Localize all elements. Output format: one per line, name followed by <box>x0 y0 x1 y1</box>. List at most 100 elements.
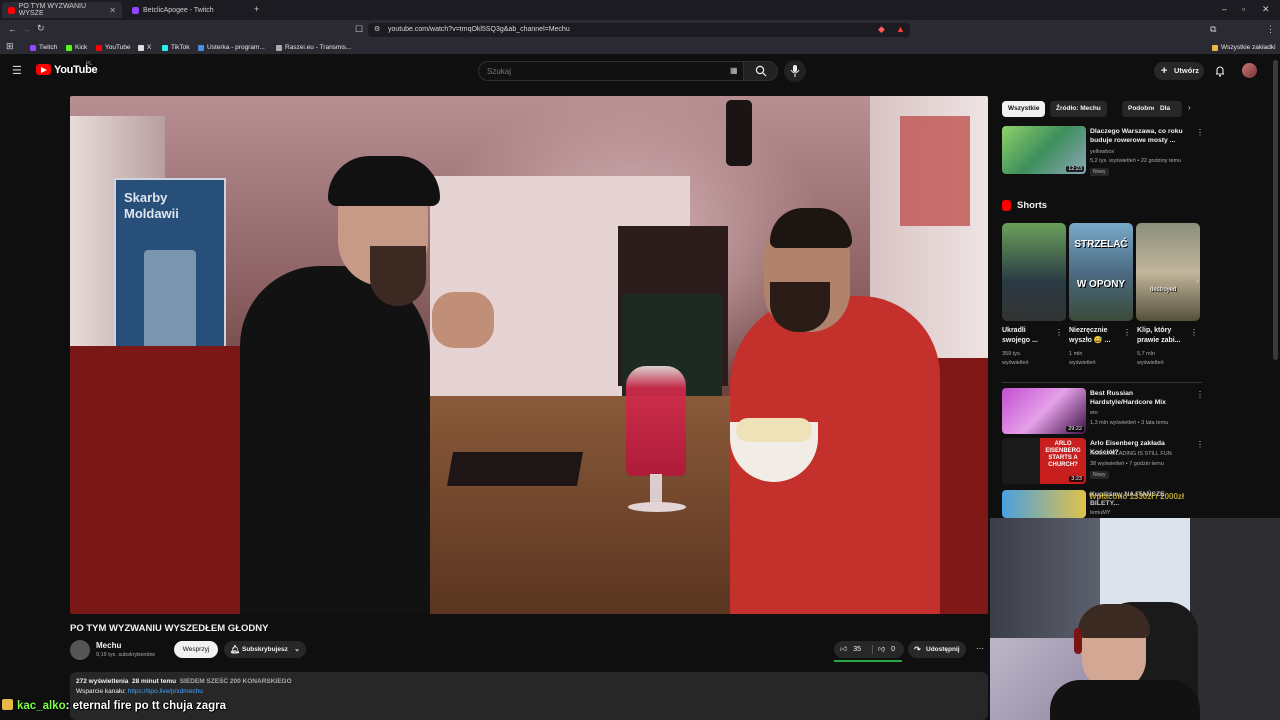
channel-name[interactable]: ROLLERBLADING IS STILL FUN <box>1090 451 1172 458</box>
poster-bottle <box>144 250 196 350</box>
title-line: Hardstyle/Hardcore Mix <box>1090 399 1166 406</box>
voice-search-button[interactable] <box>784 60 806 82</box>
man-left-beard <box>370 246 426 306</box>
chevron-right-icon[interactable]: › <box>1188 103 1191 112</box>
account-avatar[interactable] <box>1242 63 1257 78</box>
description-tags: SIEDEM SZEŚĆ 200 KONARSKIEGO <box>179 678 292 685</box>
x-icon <box>138 44 144 51</box>
chip-from-channel[interactable]: Źródło: Mechu <box>1050 101 1107 117</box>
page-scrollbar[interactable] <box>1273 60 1278 360</box>
subscribed-button[interactable]: 🔔︎ Subskrybujesz ⌄ <box>224 641 306 658</box>
maximize-icon[interactable]: ▫ <box>1242 4 1245 14</box>
channel-name[interactable]: yellowbox <box>1090 149 1114 156</box>
share-button[interactable]: ↷ Udostępnij <box>908 641 966 658</box>
bookmark-twitch[interactable]: Twitch <box>30 42 57 53</box>
youtube-logo-icon[interactable] <box>36 64 51 75</box>
apps-grid-icon[interactable]: ⊞ <box>6 41 14 52</box>
short-thumbnail[interactable]: destroyed <box>1136 223 1200 321</box>
tab-active[interactable]: PO TYM WYZWANIU WYSZE ✕ <box>2 2 122 18</box>
short-title[interactable]: Ukradli swojego ... <box>1002 326 1057 346</box>
menu-icon[interactable]: ⋮ <box>1266 24 1275 35</box>
video-thumbnail[interactable]: 12:23 <box>1002 126 1086 174</box>
close-tab-icon[interactable]: ✕ <box>109 6 116 15</box>
man-left-cap <box>328 156 440 206</box>
short-menu-icon[interactable]: ⋮ <box>1190 328 1198 337</box>
bookmark-usterka[interactable]: Usterka - program... <box>198 42 265 53</box>
channel-name[interactable]: Mechu <box>96 641 121 650</box>
hamburger-menu-icon[interactable]: ☰ <box>12 64 22 77</box>
streamer-hair <box>1078 604 1150 638</box>
search-input[interactable] <box>478 61 744 81</box>
extension-shield-icon[interactable]: ◆ <box>878 24 885 35</box>
dislike-button[interactable]: 👎︎ 0 <box>878 641 895 658</box>
extension-alert-icon[interactable]: ▲ <box>896 24 905 34</box>
url-field[interactable]: ⚙ youtube.com/watch?v=tmqOkl5SQ3g&ab_cha… <box>368 23 910 37</box>
create-button[interactable]: + Utwórz <box>1154 62 1204 80</box>
plus-icon: + <box>1161 65 1168 77</box>
back-icon[interactable]: ← <box>8 24 17 34</box>
youtube-masthead: ☰ YouTube PL ▦ + Utwórz <box>0 56 1280 86</box>
bookmark-kick[interactable]: Kick <box>66 42 87 53</box>
like-ratio-bar <box>834 660 902 662</box>
reload-icon[interactable]: ↻ <box>37 23 45 34</box>
bell-icon: 🔔︎ <box>230 645 241 654</box>
channel-name[interactable]: eto <box>1090 410 1098 417</box>
bookmarks-bar: ⊞ Twitch Kick YouTube X TikTok Usterka -… <box>0 40 1280 55</box>
new-tab-icon[interactable]: + <box>254 4 259 14</box>
chip-for-you[interactable]: Dla <box>1154 101 1182 117</box>
forward-icon[interactable]: → <box>22 24 31 34</box>
subscribed-label: Subskrybujesz <box>242 646 288 653</box>
short-views: 359 tys. wyświetleń <box>1002 350 1057 368</box>
short-thumbnail[interactable]: STRZELAĆ W OPONY <box>1069 223 1133 321</box>
keyboard-icon[interactable]: ▦ <box>730 66 738 75</box>
tab-twitch[interactable]: BetclicApogee - Twitch <box>126 2 256 18</box>
bookmark-icon[interactable]: ☐ <box>355 24 363 35</box>
region-code: PL <box>86 61 93 67</box>
video-thumbnail[interactable]: 29:22 <box>1002 388 1086 434</box>
video-menu-icon[interactable]: ⋮ <box>1196 390 1204 399</box>
more-actions-icon[interactable]: ⋯ <box>976 644 984 653</box>
video-meta: 5,2 tys. wyświetleń • 22 godziny temu <box>1090 158 1182 164</box>
bookmark-raszei[interactable]: Raszei.eu - Transmis... <box>276 42 351 53</box>
support-link[interactable]: https://tipo.live/p/xdmechu <box>128 688 203 695</box>
bookmark-label: Usterka - program... <box>207 44 265 51</box>
channel-avatar[interactable] <box>70 640 90 660</box>
description-box[interactable]: 272 wyświetlenia 28 minut temu SIEDEM SZ… <box>70 672 988 720</box>
shorts-header: Shorts <box>1002 200 1047 211</box>
support-button[interactable]: Wesprzyj <box>174 641 218 658</box>
chat-badge-icon <box>2 699 13 710</box>
bookmark-tiktok[interactable]: TikTok <box>162 42 190 53</box>
video-player[interactable]: Skarby Moldawii <box>70 96 988 614</box>
bookmark-youtube[interactable]: YouTube <box>96 42 131 53</box>
search-button[interactable] <box>744 61 778 81</box>
short-menu-icon[interactable]: ⋮ <box>1123 328 1131 337</box>
video-menu-icon[interactable]: ⋮ <box>1196 440 1204 449</box>
like-button[interactable]: 👍︎ 35 <box>840 641 861 658</box>
video-menu-icon[interactable]: ⋮ <box>1196 128 1204 137</box>
video-title[interactable]: Dlaczego Warszawa, co roku buduje rowerow… <box>1090 127 1194 145</box>
close-window-icon[interactable]: ✕ <box>1262 4 1270 15</box>
bookmark-label: YouTube <box>105 44 131 51</box>
bookmark-x[interactable]: X <box>138 42 151 53</box>
views-line: wyświetleń <box>1069 360 1096 366</box>
channel-name[interactable]: temuMY <box>1090 510 1110 517</box>
video-duration: 29:22 <box>1066 426 1084 432</box>
views-line: 359 tys. <box>1002 351 1022 357</box>
thumbs-down-icon: 👎︎ <box>878 646 886 653</box>
site-info-icon[interactable]: ⚙ <box>374 23 380 37</box>
short-menu-icon[interactable]: ⋮ <box>1055 328 1063 337</box>
short-thumbnail[interactable] <box>1002 223 1066 321</box>
shorts-next-icon[interactable]: › <box>1196 276 1199 285</box>
video-thumbnail[interactable] <box>1002 490 1086 518</box>
video-duration: 3:23 <box>1069 476 1084 482</box>
description-support-line: Wsparcie kanału: https://tipo.live/p/xdm… <box>76 688 982 695</box>
short-title[interactable]: Klip, który prawie zabi... <box>1137 326 1192 346</box>
short-title[interactable]: Niezręcznie wyszło 😅 ... <box>1069 326 1124 346</box>
minimize-icon[interactable]: – <box>1222 4 1227 14</box>
video-thumbnail[interactable]: ARLO EISENBERG STARTS A CHURCH? 3:23 <box>1002 438 1086 484</box>
notifications-bell-icon[interactable] <box>1214 65 1226 77</box>
extensions-icon[interactable]: ⧉ <box>1210 24 1216 35</box>
bookmark-all[interactable]: Wszystkie zakładki <box>1212 42 1276 53</box>
video-title[interactable]: Best Russian Hardstyle/Hardcore Mix <box>1090 389 1194 407</box>
chip-all[interactable]: Wszystkie <box>1002 101 1046 117</box>
